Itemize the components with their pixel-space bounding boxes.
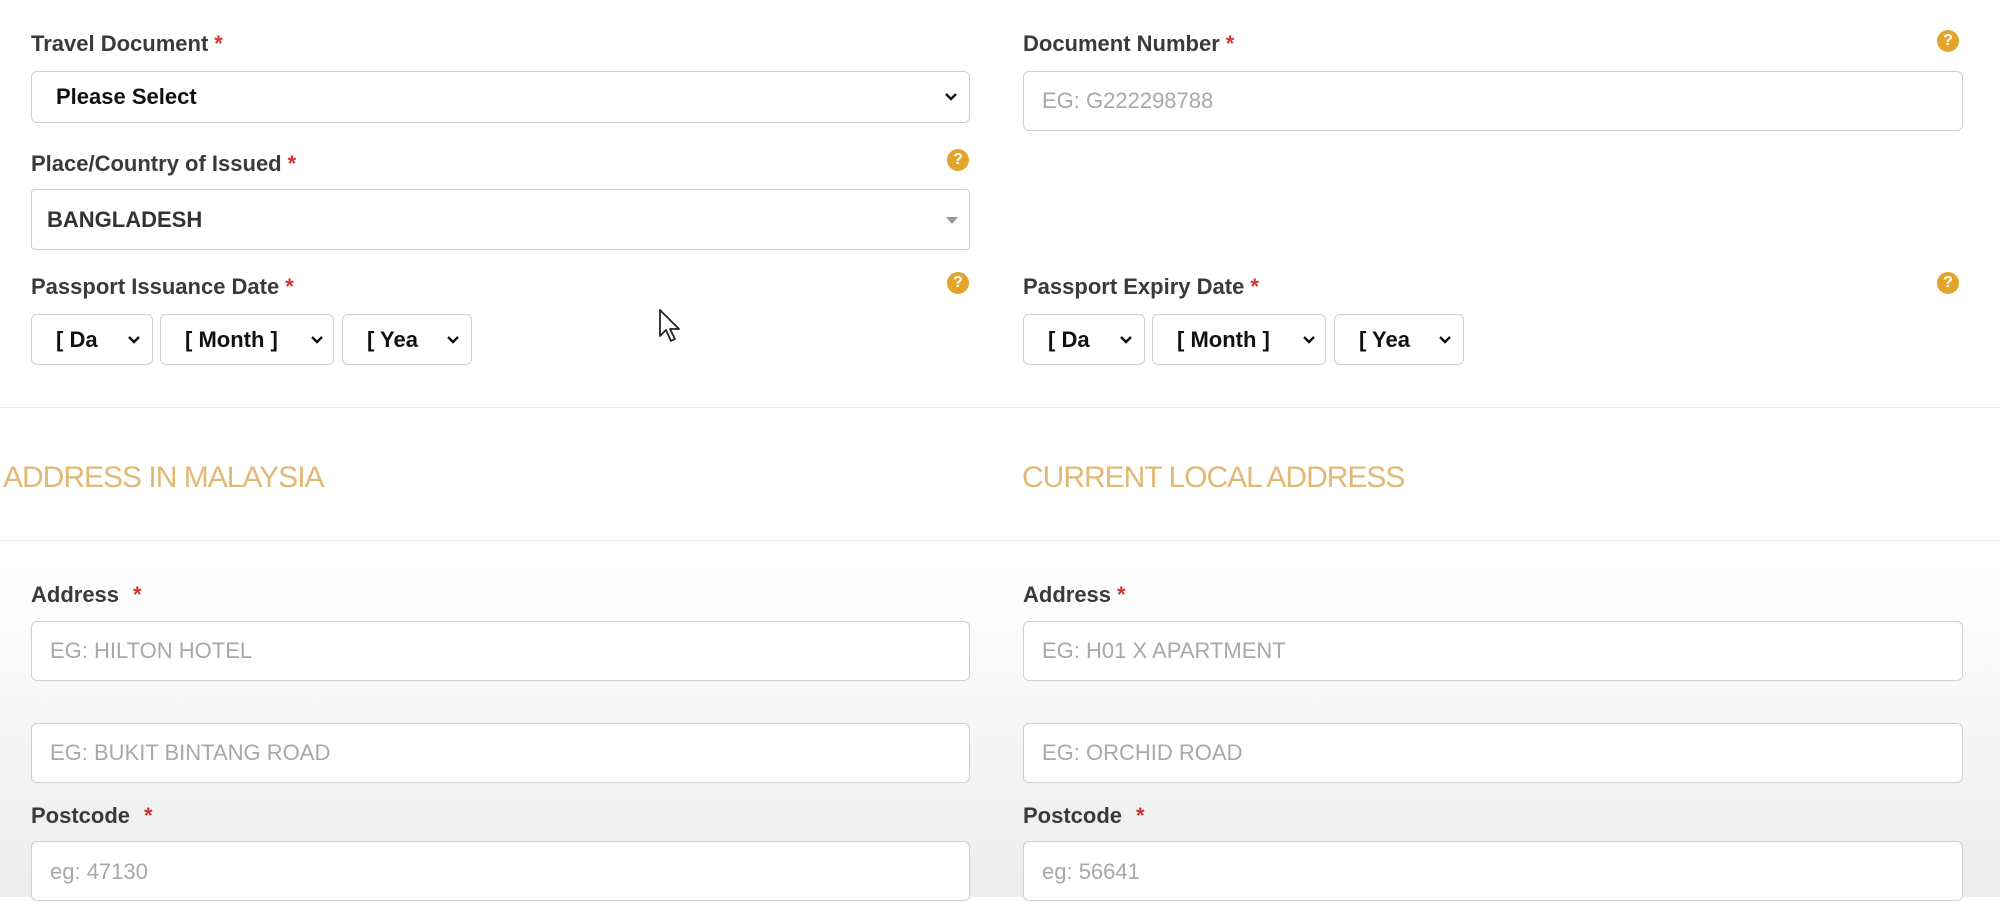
document-number-label: Document Number * bbox=[1023, 31, 1235, 56]
malaysia-postcode-input[interactable]: eg: 47130 bbox=[31, 841, 970, 901]
malaysia-address-line2-placeholder: EG: BUKIT BINTANG ROAD bbox=[50, 740, 331, 765]
chevron-down-icon bbox=[1120, 335, 1132, 344]
local-postcode-label: Postcode * bbox=[1023, 803, 1145, 828]
chevron-down-icon bbox=[447, 335, 459, 344]
expiry-day-select[interactable]: [ Da bbox=[1023, 314, 1145, 365]
local-postcode-placeholder: eg: 56641 bbox=[1042, 859, 1140, 884]
divider bbox=[0, 540, 2000, 541]
local-address-line1-placeholder: EG: H01 X APARTMENT bbox=[1042, 638, 1286, 663]
travel-document-select[interactable]: Please Select bbox=[31, 71, 970, 123]
caret-down-icon bbox=[946, 216, 958, 224]
malaysia-address-line1-input[interactable]: EG: HILTON HOTEL bbox=[31, 621, 970, 681]
place-country-select[interactable]: BANGLADESH bbox=[31, 189, 970, 250]
local-address-line2-placeholder: EG: ORCHID ROAD bbox=[1042, 740, 1243, 765]
chevron-down-icon bbox=[311, 335, 323, 344]
document-number-placeholder: EG: G222298788 bbox=[1042, 88, 1214, 113]
mouse-pointer-icon bbox=[659, 309, 680, 342]
question-circle-icon[interactable]: ? bbox=[947, 272, 969, 294]
local-address-line1-input[interactable]: EG: H01 X APARTMENT bbox=[1023, 621, 1963, 681]
local-address-label: Address * bbox=[1023, 582, 1126, 607]
place-country-label: Place/Country of Issued * bbox=[31, 151, 297, 176]
issuance-day-value: [ Da bbox=[56, 326, 98, 352]
passport-issuance-label: Passport Issuance Date * bbox=[31, 274, 294, 299]
expiry-month-value: [ Month ] bbox=[1177, 326, 1270, 352]
malaysia-address-line2-input[interactable]: EG: BUKIT BINTANG ROAD bbox=[31, 723, 970, 783]
expiry-year-value: [ Yea bbox=[1359, 326, 1410, 352]
local-address-line2-input[interactable]: EG: ORCHID ROAD bbox=[1023, 723, 1963, 783]
expiry-day-value: [ Da bbox=[1048, 326, 1090, 352]
local-postcode-input[interactable]: eg: 56641 bbox=[1023, 841, 1963, 901]
chevron-down-icon bbox=[128, 335, 140, 344]
issuance-day-select[interactable]: [ Da bbox=[31, 314, 153, 365]
section-title-malaysia: ADDRESS IN MALAYSIA bbox=[3, 461, 325, 494]
malaysia-address-label: Address * bbox=[31, 582, 142, 607]
expiry-year-select[interactable]: [ Yea bbox=[1334, 314, 1464, 365]
malaysia-postcode-label: Postcode * bbox=[31, 803, 153, 828]
issuance-month-select[interactable]: [ Month ] bbox=[160, 314, 334, 365]
issuance-year-value: [ Yea bbox=[367, 326, 418, 352]
place-country-value: BANGLADESH bbox=[47, 206, 203, 232]
divider bbox=[0, 407, 2000, 408]
section-title-local: CURRENT LOCAL ADDRESS bbox=[1022, 461, 1405, 494]
malaysia-address-line1-placeholder: EG: HILTON HOTEL bbox=[50, 638, 253, 663]
document-number-input[interactable]: EG: G222298788 bbox=[1023, 71, 1963, 131]
issuance-year-select[interactable]: [ Yea bbox=[342, 314, 472, 365]
issuance-month-value: [ Month ] bbox=[185, 326, 278, 352]
chevron-down-icon bbox=[945, 93, 957, 101]
travel-document-value: Please Select bbox=[56, 84, 197, 109]
expiry-month-select[interactable]: [ Month ] bbox=[1152, 314, 1326, 365]
passport-expiry-label: Passport Expiry Date * bbox=[1023, 274, 1259, 299]
question-circle-icon[interactable]: ? bbox=[1937, 272, 1959, 294]
question-circle-icon[interactable]: ? bbox=[1937, 30, 1959, 52]
travel-document-label: Travel Document * bbox=[31, 31, 223, 56]
question-circle-icon[interactable]: ? bbox=[947, 149, 969, 171]
malaysia-postcode-placeholder: eg: 47130 bbox=[50, 859, 148, 884]
chevron-down-icon bbox=[1303, 335, 1315, 344]
chevron-down-icon bbox=[1439, 335, 1451, 344]
